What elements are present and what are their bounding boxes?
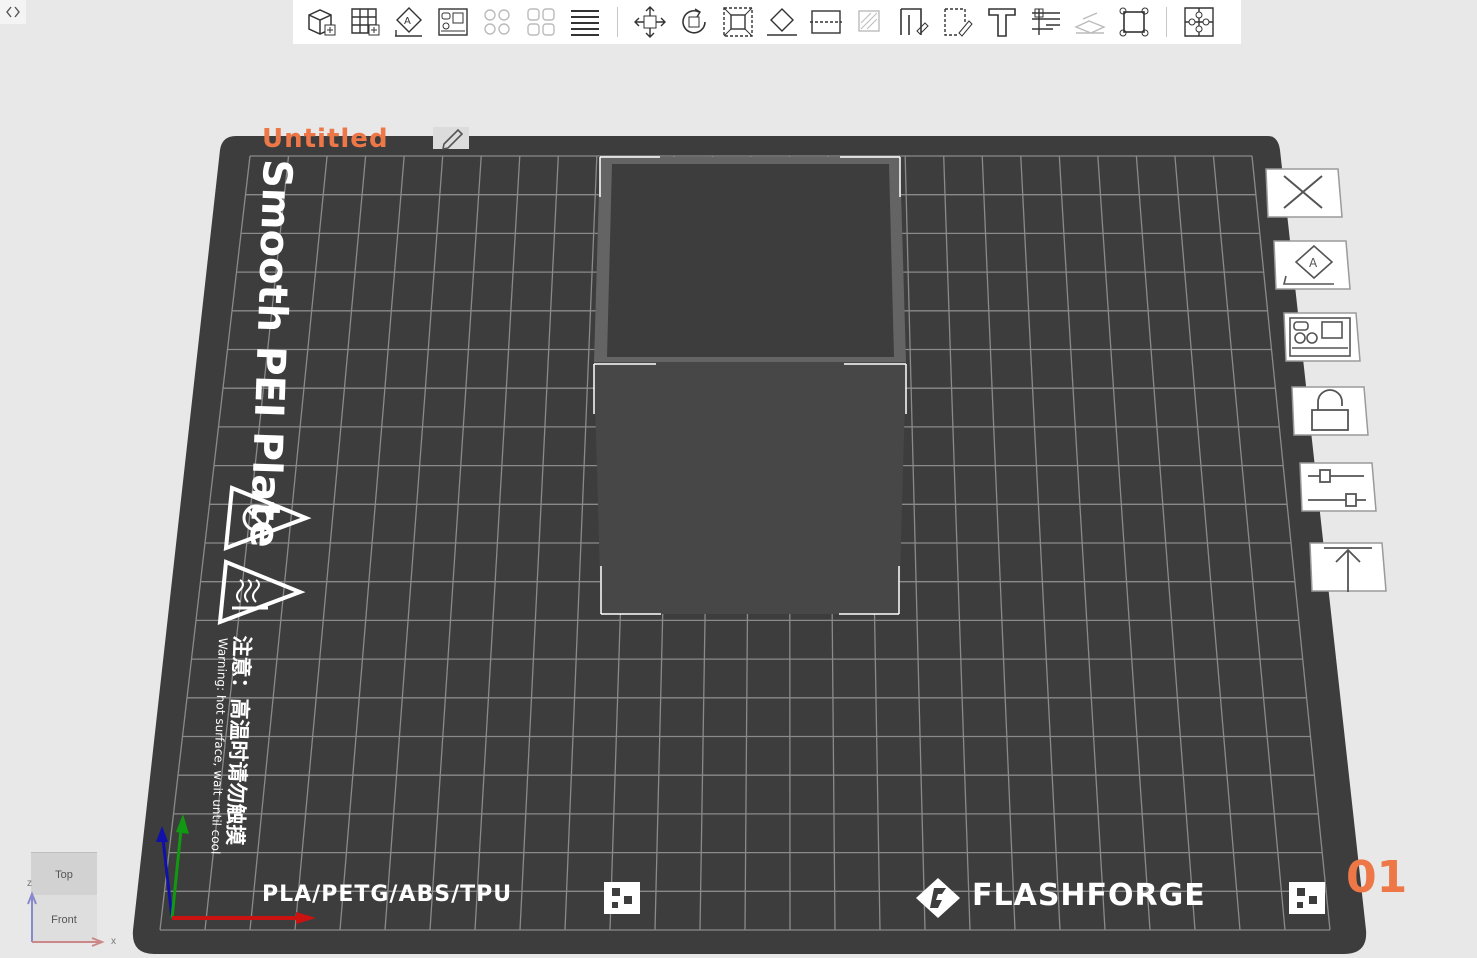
cube-top-inner [607,164,894,357]
lock-plate-button[interactable] [1288,384,1370,442]
view-cube-x-label: x [111,936,116,947]
edit-plate-name-icon[interactable] [432,124,470,152]
plate-qr-mark-left [604,882,640,914]
view-cube-z-label: z [27,878,32,889]
plate-qr-mark-right [1289,882,1325,914]
cube-front-face [594,362,906,614]
brand-label: FLASHFORGE [972,878,1206,913]
view-cube-axes [27,891,105,947]
plate-number-label: 01 [1346,852,1408,903]
plate-settings-button[interactable] [1296,460,1378,518]
flashforge-logo-icon [916,878,960,918]
svg-text:A: A [1309,256,1318,270]
plate-name-label[interactable]: Untitled [262,124,389,154]
model-cube[interactable] [593,156,907,615]
plate-materials-label: PLA/PETG/ABS/TPU [262,882,513,907]
auto-orient-plate-button[interactable]: A [1270,238,1352,296]
move-plate-to-top-button[interactable] [1306,540,1388,598]
delete-plate-button[interactable] [1262,166,1344,224]
arrange-plate-button[interactable] [1280,310,1362,368]
